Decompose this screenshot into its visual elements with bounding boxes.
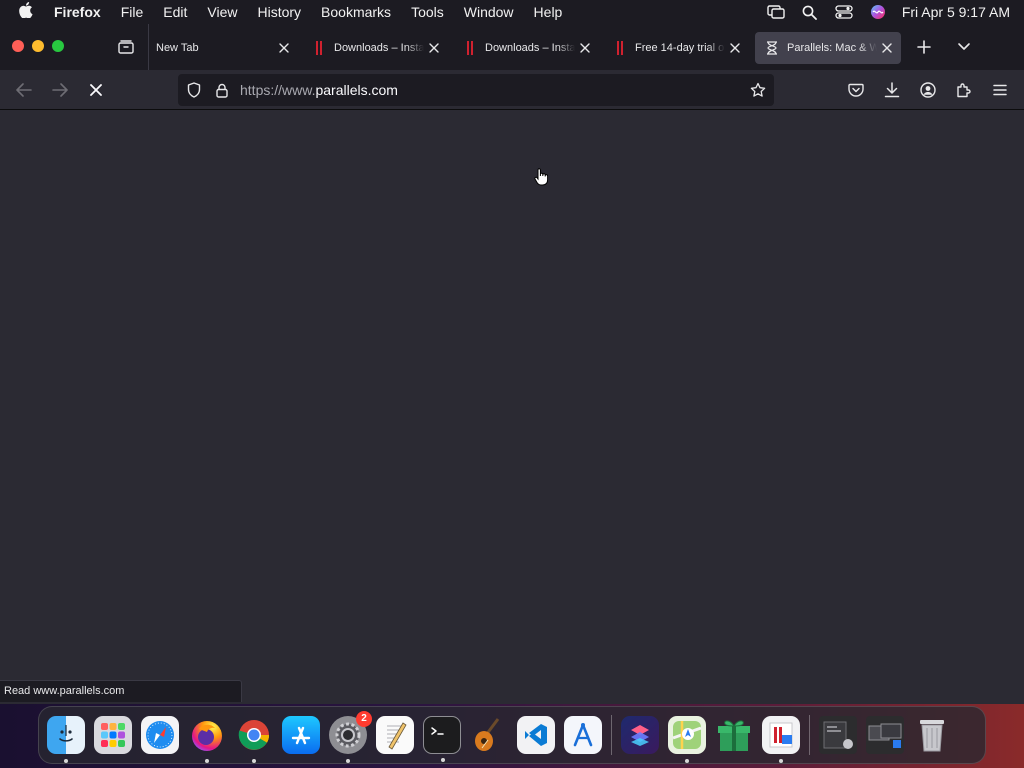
terminal-icon[interactable]	[423, 716, 461, 762]
link-status-bar: Read www.parallels.com	[0, 680, 242, 702]
gift-icon[interactable]	[715, 716, 753, 754]
tab-free-trial[interactable]: Free 14-day trial of	[603, 32, 749, 64]
tab-new-tab[interactable]: New Tab	[152, 32, 298, 64]
parallels-desktop-icon[interactable]	[762, 716, 800, 763]
padlock-icon[interactable]	[210, 78, 234, 102]
url-text[interactable]: https://www.parallels.com	[240, 82, 398, 98]
account-icon[interactable]	[916, 78, 940, 102]
url-domain: parallels.com	[315, 82, 398, 98]
launchpad-icon[interactable]	[94, 716, 132, 754]
shortcuts-icon[interactable]	[621, 716, 659, 754]
tab-title: Parallels: Mac & Windows	[787, 42, 877, 54]
downloads-icon[interactable]	[880, 78, 904, 102]
firefox-view-button[interactable]	[114, 36, 138, 58]
tab-close-icon[interactable]	[424, 38, 444, 58]
downloads-stack-icon[interactable]	[819, 716, 857, 754]
control-center-icon[interactable]	[834, 4, 854, 20]
window-zoom-button[interactable]	[52, 40, 64, 52]
loading-hourglass-icon	[763, 40, 781, 56]
firefox-window: New Tab Downloads – Install Downloads – …	[0, 24, 1024, 704]
dock-divider	[611, 715, 612, 755]
garageband-guitar-icon[interactable]	[470, 716, 508, 754]
bookmark-star-icon[interactable]	[746, 78, 770, 102]
tab-separator	[148, 24, 149, 70]
extensions-puzzle-icon[interactable]	[952, 78, 976, 102]
menu-window[interactable]: Window	[454, 0, 524, 24]
stop-loading-x-icon[interactable]	[84, 78, 108, 102]
list-all-tabs-chevron-icon[interactable]	[952, 36, 976, 58]
tab-title: Free 14-day trial of	[635, 42, 725, 54]
finder-icon[interactable]	[47, 716, 85, 763]
hand-pointer-cursor-icon	[534, 168, 549, 186]
window-controls	[12, 40, 64, 52]
apple-menu-icon[interactable]	[0, 2, 52, 22]
menu-tools[interactable]: Tools	[401, 0, 454, 24]
hamburger-menu-icon[interactable]	[988, 78, 1012, 102]
address-bar[interactable]: https://www.parallels.com	[178, 74, 774, 106]
url-prefix: https://www.	[240, 82, 316, 98]
textedit-icon[interactable]	[376, 716, 414, 754]
menu-bar-clock[interactable]: Fri Apr 5 9:17 AM	[902, 4, 1010, 20]
google-chrome-icon[interactable]	[235, 716, 273, 763]
menu-help[interactable]: Help	[524, 0, 573, 24]
screen-mirroring-icon[interactable]	[766, 4, 786, 20]
tab-downloads-2[interactable]: Downloads – Install	[453, 32, 599, 64]
tab-close-icon[interactable]	[274, 38, 294, 58]
firefox-icon[interactable]	[188, 716, 226, 763]
notification-badge: 2	[356, 711, 372, 727]
menu-history[interactable]: History	[247, 0, 311, 24]
menu-view[interactable]: View	[197, 0, 247, 24]
system-settings-gear-icon[interactable]: 2	[329, 711, 372, 763]
safari-icon[interactable]	[141, 716, 179, 754]
visual-studio-code-icon[interactable]	[517, 716, 555, 754]
dock-divider	[809, 715, 810, 755]
tab-parallels-active[interactable]: Parallels: Mac & Windows	[755, 32, 901, 64]
macos-dock: 2	[38, 706, 986, 764]
parallels-logo-icon	[611, 40, 629, 56]
trash-icon[interactable]	[913, 716, 951, 754]
tab-title: Downloads – Install	[485, 42, 575, 54]
screenshots-stack-icon[interactable]	[866, 716, 904, 754]
tab-downloads-1[interactable]: Downloads – Install	[302, 32, 448, 64]
instruments-icon[interactable]	[564, 716, 602, 754]
app-store-icon[interactable]	[282, 716, 320, 754]
menu-bookmarks[interactable]: Bookmarks	[311, 0, 401, 24]
navigation-toolbar: https://www.parallels.com	[0, 70, 1024, 110]
tracking-protection-shield-icon[interactable]	[182, 78, 206, 102]
siri-icon[interactable]	[868, 4, 888, 20]
window-close-button[interactable]	[12, 40, 24, 52]
tab-title: New Tab	[156, 42, 199, 54]
spotlight-search-icon[interactable]	[800, 4, 820, 20]
back-arrow-icon[interactable]	[12, 78, 36, 102]
tab-title: Downloads – Install	[334, 42, 424, 54]
menu-edit[interactable]: Edit	[153, 0, 197, 24]
menu-file[interactable]: File	[111, 0, 154, 24]
parallels-logo-icon	[310, 40, 328, 56]
window-minimize-button[interactable]	[32, 40, 44, 52]
page-content-area[interactable]: Read www.parallels.com	[0, 110, 1024, 704]
tab-strip: New Tab Downloads – Install Downloads – …	[0, 24, 1024, 70]
tab-close-icon[interactable]	[725, 38, 745, 58]
parallels-logo-icon	[461, 40, 479, 56]
forward-arrow-icon[interactable]	[48, 78, 72, 102]
maps-icon[interactable]	[668, 716, 706, 763]
macos-menu-bar: Firefox File Edit View History Bookmarks…	[0, 0, 1024, 24]
pocket-icon[interactable]	[844, 78, 868, 102]
tab-close-icon[interactable]	[575, 38, 595, 58]
menu-app-name[interactable]: Firefox	[52, 0, 111, 24]
new-tab-plus-icon[interactable]	[912, 36, 936, 58]
tab-close-icon[interactable]	[877, 38, 897, 58]
